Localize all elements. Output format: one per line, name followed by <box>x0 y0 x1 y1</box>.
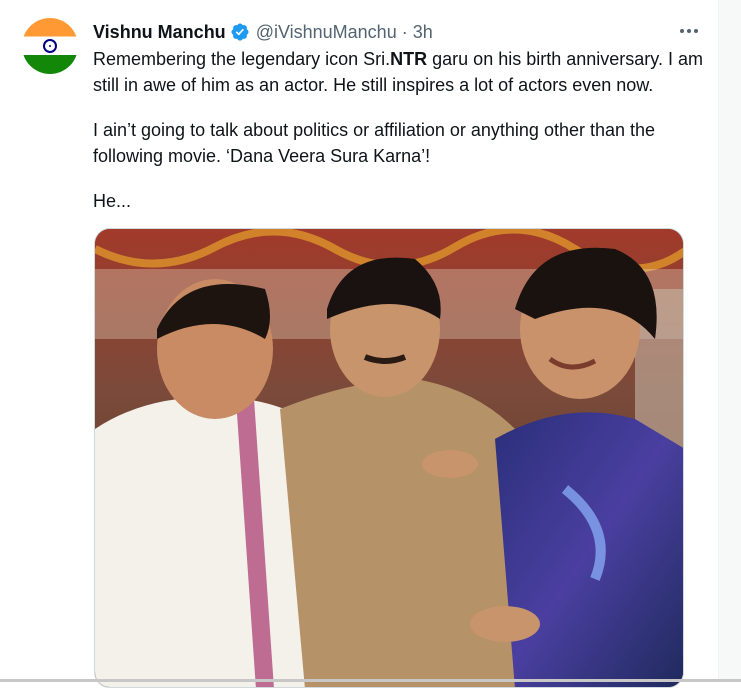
tweet-header: Vishnu Manchu @iVishnuManchu · 3h <box>93 20 433 44</box>
more-dot <box>680 29 684 33</box>
timestamp[interactable]: 3h <box>413 22 433 43</box>
author-name[interactable]: Vishnu Manchu <box>93 22 226 43</box>
avatar[interactable] <box>22 18 78 74</box>
more-dot <box>687 29 691 33</box>
more-dot <box>694 29 698 33</box>
text-segment: Remembering the legendary icon Sri. <box>93 49 391 69</box>
right-gutter <box>718 0 741 682</box>
verified-badge-icon[interactable] <box>230 22 250 42</box>
tweet-text-paragraph-2: I ain’t going to talk about politics or … <box>93 120 656 166</box>
tweet-text-paragraph-1: Remembering the legendary icon Sri.NTR g… <box>93 46 709 98</box>
tweet-photo[interactable] <box>94 228 684 688</box>
separator-dot: · <box>401 21 408 42</box>
ashoka-chakra-icon <box>43 39 57 53</box>
author-handle[interactable]: @iVishnuManchu <box>256 22 397 43</box>
more-options-icon[interactable] <box>678 22 700 40</box>
tweet-text-paragraph-3[interactable]: He... <box>93 188 709 214</box>
text-bold-segment: NTR <box>390 49 428 69</box>
photo-illustration <box>95 229 683 687</box>
